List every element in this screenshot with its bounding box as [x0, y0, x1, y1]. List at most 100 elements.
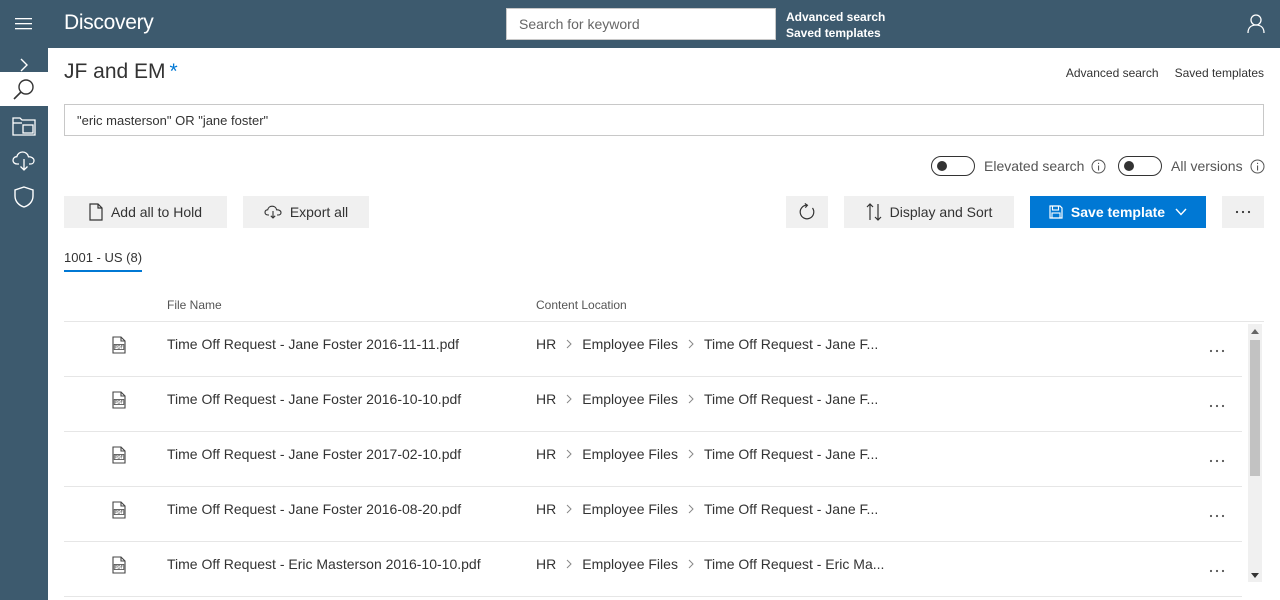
- page-title: JF and EM *: [64, 60, 178, 84]
- nav-item-exports[interactable]: [0, 144, 48, 178]
- location-segment: HR: [536, 446, 557, 462]
- scroll-down-button[interactable]: [1248, 568, 1262, 582]
- results-scrollbar[interactable]: [1248, 324, 1262, 582]
- saved-templates-link[interactable]: Saved templates: [1175, 66, 1264, 80]
- user-icon: [1247, 14, 1265, 34]
- content-location: HR Employee Files Time Off Request - Jane …: [536, 336, 878, 352]
- display-and-sort-button[interactable]: Display and Sort: [844, 196, 1014, 228]
- results-list: PDF Time Off Request - Jane Foster 2016-1…: [64, 322, 1242, 597]
- table-row[interactable]: PDF Time Off Request - Jane Foster 2016-1…: [64, 377, 1242, 432]
- all-versions-info-button[interactable]: [1250, 159, 1265, 174]
- save-template-button[interactable]: Save template: [1030, 196, 1206, 228]
- row-more-button[interactable]: [1202, 504, 1232, 528]
- nav-item-holds[interactable]: [0, 180, 48, 214]
- pdf-file-icon: PDF: [111, 556, 127, 579]
- content-location: HR Employee Files Time Off Request - Jane …: [536, 501, 878, 517]
- row-more-button[interactable]: [1202, 339, 1232, 363]
- chevron-right-icon: [566, 504, 572, 514]
- refresh-button[interactable]: [786, 196, 828, 228]
- user-account-button[interactable]: [1238, 6, 1274, 42]
- nav-item-search[interactable]: [0, 72, 48, 106]
- pdf-file-icon: PDF: [111, 501, 127, 524]
- elevated-search-info-button[interactable]: [1091, 159, 1106, 174]
- file-name[interactable]: Time Off Request - Jane Foster 2016-11-1…: [167, 336, 459, 352]
- pdf-file-icon: PDF: [111, 446, 127, 469]
- chevron-right-icon: [566, 339, 572, 349]
- chevron-down-icon: [1175, 208, 1187, 216]
- file-name[interactable]: Time Off Request - Jane Foster 2016-08-2…: [167, 501, 461, 517]
- file-name[interactable]: Time Off Request - Eric Masterson 2016-1…: [167, 556, 481, 572]
- location-segment: Employee Files: [582, 336, 678, 352]
- row-more-button[interactable]: [1202, 394, 1232, 418]
- svg-text:PDF: PDF: [115, 510, 124, 515]
- location-segment: HR: [536, 501, 557, 517]
- content-location: HR Employee Files Time Off Request - Jane …: [536, 446, 878, 462]
- query-input[interactable]: [64, 104, 1264, 136]
- app-title: Discovery: [64, 11, 154, 34]
- scroll-up-button[interactable]: [1248, 324, 1262, 338]
- more-icon: [1209, 514, 1225, 518]
- top-saved-templates-link[interactable]: Saved templates: [786, 25, 885, 41]
- chevron-right-icon: [688, 559, 694, 569]
- left-navigation: [0, 48, 48, 600]
- pdf-file-icon: PDF: [111, 391, 127, 414]
- document-add-icon: [89, 203, 103, 221]
- table-row[interactable]: PDF Time Off Request - Jane Foster 2016-1…: [64, 322, 1242, 377]
- all-versions-toggle-group: All versions: [1118, 156, 1265, 176]
- all-versions-toggle[interactable]: [1118, 156, 1162, 176]
- location-segment: Employee Files: [582, 501, 678, 517]
- folders-icon: [12, 117, 36, 136]
- chevron-right-icon: [566, 449, 572, 459]
- info-icon: [1250, 159, 1265, 173]
- keyword-search-input[interactable]: [506, 8, 776, 40]
- location-segment: Time Off Request - Jane F...: [703, 336, 879, 352]
- top-advanced-search-link[interactable]: Advanced search: [786, 9, 885, 25]
- table-row[interactable]: PDF Time Off Request - Jane Foster 2016-0…: [64, 487, 1242, 542]
- cloud-download-icon: [12, 151, 35, 171]
- location-segment: Time Off Request - Eric Ma...: [703, 556, 885, 572]
- info-icon: [1091, 159, 1106, 173]
- scroll-thumb[interactable]: [1250, 340, 1260, 476]
- elevated-search-toggle[interactable]: [931, 156, 975, 176]
- more-icon: [1209, 569, 1225, 573]
- chevron-right-icon: [688, 339, 694, 349]
- table-row[interactable]: PDF Time Off Request - Jane Foster 2017-0…: [64, 432, 1242, 487]
- save-template-label: Save template: [1070, 204, 1166, 220]
- menu-button[interactable]: [0, 0, 48, 48]
- cloud-download-icon: [264, 205, 282, 219]
- svg-text:PDF: PDF: [115, 400, 124, 405]
- pdf-file-icon: PDF: [111, 336, 127, 359]
- column-header-file-name[interactable]: File Name: [167, 298, 222, 312]
- more-icon: [1235, 210, 1251, 214]
- column-header-content-location[interactable]: Content Location: [536, 298, 627, 312]
- location-segment: Employee Files: [582, 556, 678, 572]
- display-and-sort-label: Display and Sort: [889, 204, 993, 220]
- more-options-button[interactable]: [1222, 196, 1264, 228]
- tab-1001-us[interactable]: 1001 - US (8): [64, 250, 143, 272]
- location-segment: Time Off Request - Jane F...: [703, 391, 879, 407]
- chevron-right-icon: [688, 504, 694, 514]
- nav-item-cases[interactable]: [0, 109, 48, 143]
- row-more-button[interactable]: [1202, 559, 1232, 583]
- more-icon: [1209, 349, 1225, 353]
- refresh-icon: [799, 203, 815, 220]
- triangle-down-icon: [1251, 572, 1259, 578]
- top-links: Advanced search Saved templates: [786, 9, 885, 41]
- export-all-button[interactable]: Export all: [243, 196, 369, 228]
- row-more-button[interactable]: [1202, 449, 1232, 473]
- chevron-right-icon: [20, 58, 28, 72]
- hamburger-icon: [15, 18, 32, 30]
- chevron-right-icon: [688, 449, 694, 459]
- advanced-search-link[interactable]: Advanced search: [1066, 66, 1159, 80]
- file-name[interactable]: Time Off Request - Jane Foster 2017-02-1…: [167, 446, 461, 462]
- location-segment: Employee Files: [582, 391, 678, 407]
- chevron-right-icon: [566, 559, 572, 569]
- file-name[interactable]: Time Off Request - Jane Foster 2016-10-1…: [167, 391, 461, 407]
- location-segment: HR: [536, 556, 557, 572]
- chevron-right-icon: [688, 394, 694, 404]
- add-all-to-hold-label: Add all to Hold: [110, 204, 203, 220]
- add-all-to-hold-button[interactable]: Add all to Hold: [64, 196, 227, 228]
- shield-icon: [14, 186, 34, 208]
- table-row[interactable]: PDF Time Off Request - Eric Masterson 201…: [64, 542, 1242, 597]
- triangle-up-icon: [1251, 328, 1259, 334]
